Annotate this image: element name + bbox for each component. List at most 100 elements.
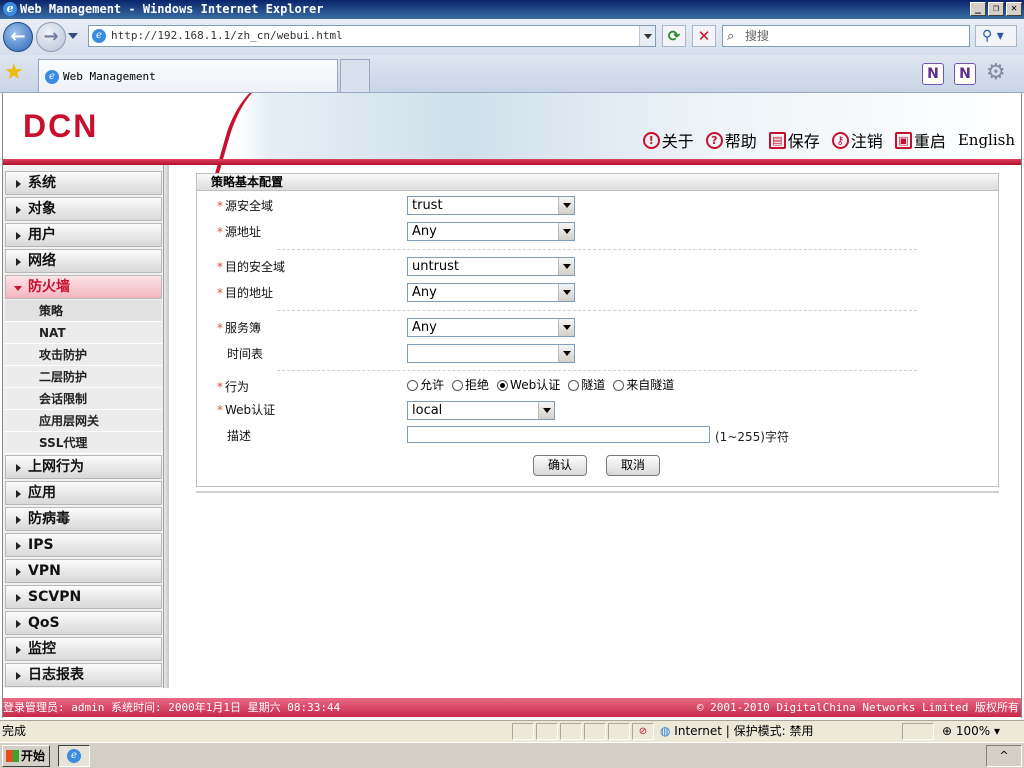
cancel-button[interactable]: 取消 — [606, 455, 660, 476]
web-auth-value: local — [412, 403, 443, 418]
status-cell — [584, 723, 606, 740]
onenote-linked-icon[interactable]: N — [954, 63, 976, 85]
sidebar-item-vpn[interactable]: VPN — [5, 559, 162, 583]
chevron-down-icon — [558, 258, 574, 275]
zoom-control[interactable]: ⊕ 100% ▾ — [942, 721, 1000, 741]
web-auth-label-text: Web认证 — [225, 403, 276, 417]
action-from-tunnel-option[interactable]: 来自隧道 — [613, 378, 674, 392]
sidebar-item-firewall[interactable]: 防火墙 — [5, 275, 162, 299]
radio-label: 允许 — [420, 378, 445, 392]
required-mark: * — [217, 321, 223, 335]
sidebar-subitem-alg[interactable]: 应用层网关 — [5, 410, 162, 432]
tab-web-management[interactable]: e Web Management — [38, 59, 338, 92]
close-window-button[interactable]: ✕ — [1006, 2, 1022, 16]
windows-taskbar: 开始 e ^ — [0, 742, 1024, 768]
chevron-right-icon — [16, 232, 21, 240]
radio-button[interactable] — [613, 379, 625, 391]
sidebar-subitem-layer2-defense[interactable]: 二层防护 — [5, 366, 162, 388]
src-addr-select[interactable]: Any — [407, 222, 575, 241]
about-link[interactable]: ! 关于 — [642, 128, 694, 152]
security-lock-icon[interactable] — [902, 723, 934, 740]
refresh-icon[interactable]: ⟳ — [662, 25, 686, 47]
security-zone[interactable]: ◍ Internet | 保护模式: 禁用 — [660, 721, 813, 741]
sidebar-splitter[interactable] — [163, 165, 169, 688]
back-button[interactable]: ← — [3, 22, 33, 52]
web-auth-select[interactable]: local — [407, 401, 555, 420]
chevron-right-icon — [16, 568, 21, 576]
sidebar-item-object[interactable]: 对象 — [5, 197, 162, 221]
favorites-star-icon[interactable]: ★ — [4, 62, 24, 84]
action-permit-option[interactable]: 允许 — [407, 378, 444, 392]
sidebar-subitem-attack-defense[interactable]: 攻击防护 — [5, 344, 162, 366]
history-dropdown-icon[interactable] — [68, 33, 78, 39]
restore-button[interactable]: ❐ — [988, 2, 1004, 16]
dst-addr-label-text: 目的地址 — [225, 286, 274, 300]
confirm-button[interactable]: 确认 — [533, 455, 587, 476]
about-label: 关于 — [661, 132, 694, 151]
help-link[interactable]: ? 帮助 — [705, 128, 757, 152]
popup-blocked-icon[interactable]: ⊘ — [632, 723, 654, 740]
english-link[interactable]: English — [958, 131, 1015, 149]
chevron-down-icon — [14, 286, 22, 291]
reboot-label: 重启 — [913, 132, 946, 151]
save-link[interactable]: ▤ 保存 — [768, 128, 820, 152]
required-mark: * — [217, 260, 223, 274]
sidebar-item-system[interactable]: 系统 — [5, 171, 162, 195]
sidebar-item-application[interactable]: 应用 — [5, 481, 162, 505]
sidebar-subitem-session-limit[interactable]: 会话限制 — [5, 388, 162, 410]
action-web-auth-option[interactable]: Web认证 — [497, 378, 560, 392]
minimize-button[interactable]: _ — [970, 2, 986, 16]
chevron-right-icon — [16, 620, 21, 628]
stop-icon[interactable]: ✕ — [692, 25, 716, 47]
zone-text: Internet | 保护模式: 禁用 — [674, 724, 814, 738]
action-tunnel-option[interactable]: 隧道 — [568, 378, 605, 392]
panel-title: 策略基本配置 — [197, 174, 998, 191]
reboot-link[interactable]: ▣ 重启 — [894, 128, 946, 152]
address-dropdown-icon[interactable] — [639, 26, 655, 46]
radio-button[interactable] — [452, 379, 464, 391]
radio-button[interactable] — [568, 379, 580, 391]
sidebar-subitem-policy[interactable]: 策略 — [5, 300, 162, 322]
sidebar-item-log-report[interactable]: 日志报表 — [5, 663, 162, 687]
description-input[interactable] — [407, 426, 710, 443]
address-bar[interactable]: e http://192.168.1.1/zh_cn/webui.html — [88, 25, 656, 47]
sidebar-item-network[interactable]: 网络 — [5, 249, 162, 273]
dst-zone-select[interactable]: untrust — [407, 257, 575, 276]
sidebar-item-antivirus[interactable]: 防病毒 — [5, 507, 162, 531]
sidebar-item-scvpn[interactable]: SCVPN — [5, 585, 162, 609]
windows-flag-icon — [6, 750, 19, 762]
dst-addr-select[interactable]: Any — [407, 283, 575, 302]
sidebar-subitem-nat[interactable]: NAT — [5, 322, 162, 344]
search-go-button[interactable]: ⚲ ▾ — [975, 25, 1017, 47]
radio-button[interactable] — [407, 379, 418, 391]
sidebar-item-monitor[interactable]: 监控 — [5, 637, 162, 661]
taskbar-ie-button[interactable]: e — [58, 745, 90, 767]
sidebar-item-label: 监控 — [28, 641, 56, 657]
src-zone-select[interactable]: trust — [407, 196, 575, 215]
chevron-right-icon — [16, 646, 21, 654]
search-input[interactable]: ⌕ 搜搜 — [722, 25, 970, 47]
sidebar-item-label: 对象 — [28, 201, 56, 217]
copyright: © 2001-2010 DigitalChina Networks Limite… — [696, 701, 1019, 714]
system-tray[interactable]: ^ — [986, 745, 1022, 767]
sidebar-item-qos[interactable]: QoS — [5, 611, 162, 635]
description-label: 描述 — [227, 429, 252, 443]
address-text: http://192.168.1.1/zh_cn/webui.html — [111, 29, 343, 42]
tab-page-icon: e — [45, 70, 59, 84]
logout-key-icon: ⚷ — [831, 131, 849, 149]
sidebar-item-user[interactable]: 用户 — [5, 223, 162, 247]
start-button[interactable]: 开始 — [2, 745, 50, 767]
onenote-icon[interactable]: N — [922, 63, 944, 85]
service-select[interactable]: Any — [407, 318, 575, 337]
tools-gear-icon[interactable]: ⚙ — [986, 61, 1006, 85]
forward-button[interactable]: → — [36, 22, 66, 52]
new-tab-button[interactable] — [340, 59, 370, 92]
logout-link[interactable]: ⚷ 注销 — [831, 128, 883, 152]
radio-button-selected[interactable] — [497, 379, 509, 391]
sidebar-subitem-ssl-proxy[interactable]: SSL代理 — [5, 432, 162, 454]
sidebar-item-ips[interactable]: IPS — [5, 533, 162, 557]
schedule-select[interactable] — [407, 344, 575, 363]
action-deny-option[interactable]: 拒绝 — [452, 378, 489, 392]
sidebar-item-web-behavior[interactable]: 上网行为 — [5, 455, 162, 479]
chevron-right-icon — [16, 490, 21, 498]
